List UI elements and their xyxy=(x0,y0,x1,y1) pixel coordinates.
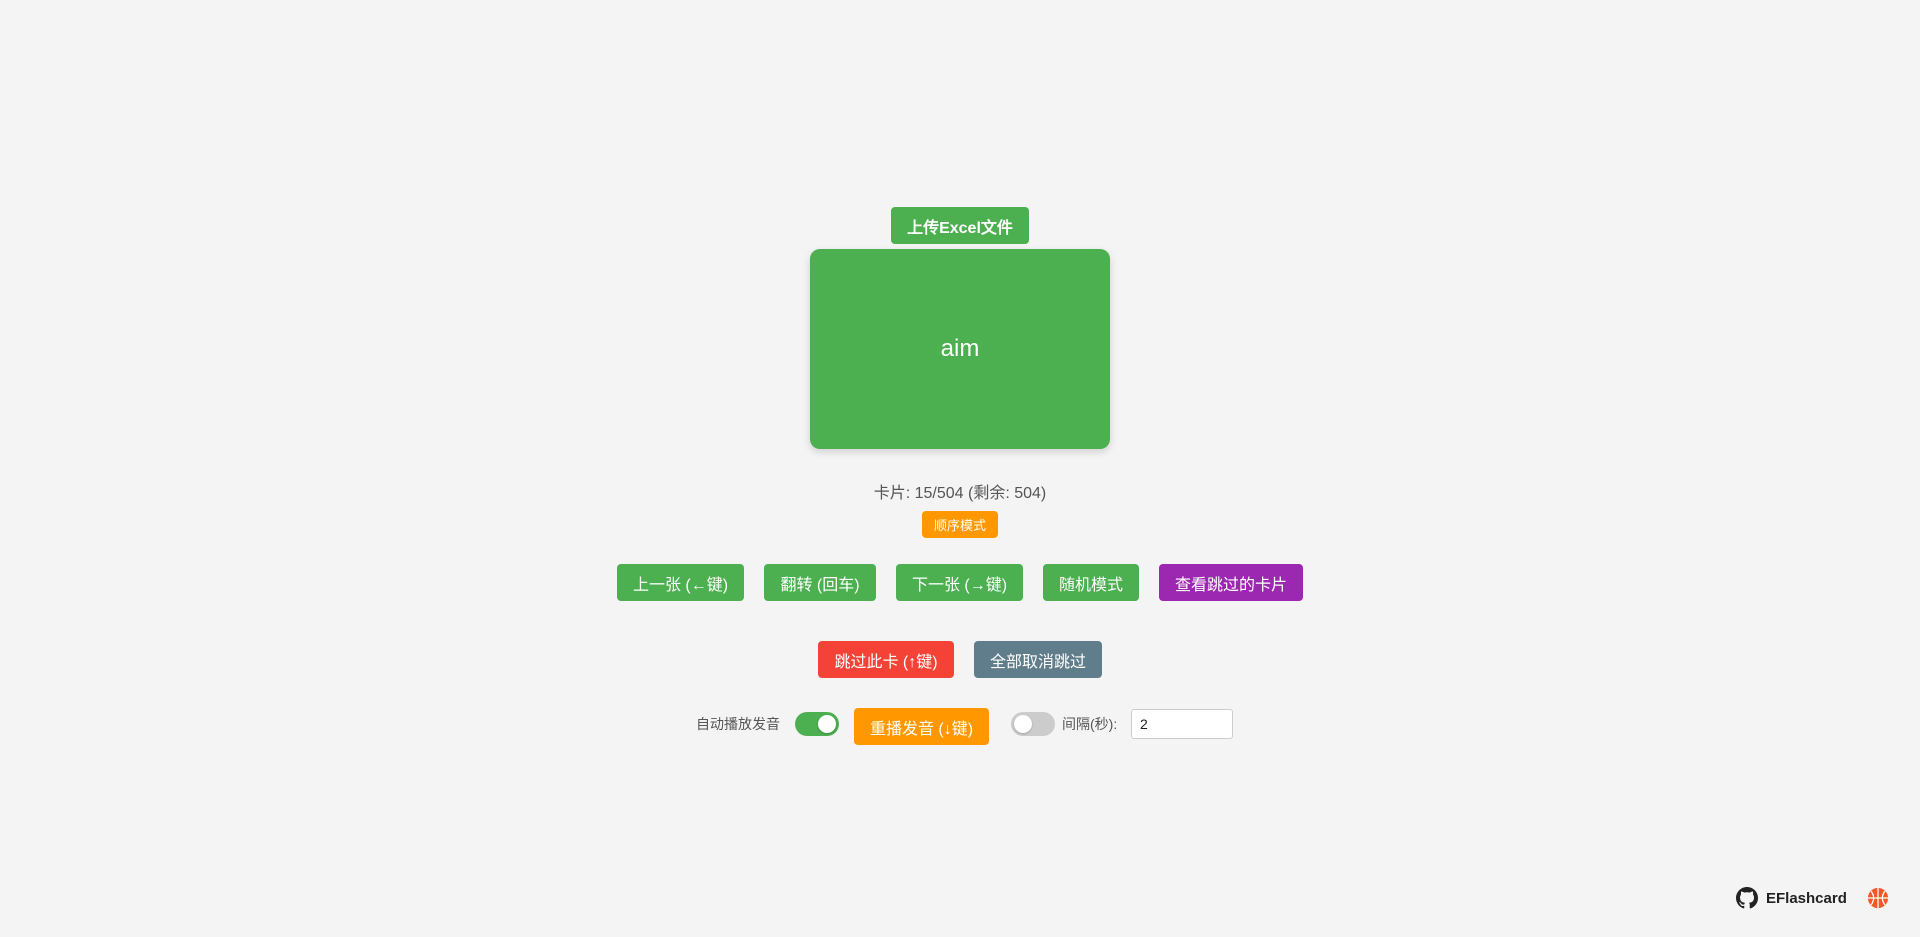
basketball-icon[interactable] xyxy=(1867,887,1889,909)
interval-label: 间隔(秒): xyxy=(1062,716,1118,732)
prev-card-button[interactable]: 上一张 (←键) xyxy=(617,564,744,601)
github-icon xyxy=(1736,887,1758,909)
interval-input[interactable] xyxy=(1131,709,1233,739)
flashcard-app: 上传Excel文件 aim 卡片: 15/504 (剩余: 504) 顺序模式 … xyxy=(0,0,1920,937)
flashcard-text: aim xyxy=(940,335,980,362)
flip-card-button[interactable]: 翻转 (回车) xyxy=(764,564,876,601)
unskip-all-button[interactable]: 全部取消跳过 xyxy=(974,641,1102,678)
card-counter: 卡片: 15/504 (剩余: 504) xyxy=(873,485,1047,502)
flashcard[interactable]: aim xyxy=(810,249,1110,449)
replay-audio-button[interactable]: 重播发音 (↓键) xyxy=(854,708,989,745)
upload-excel-button[interactable]: 上传Excel文件 xyxy=(891,207,1029,244)
next-card-button[interactable]: 下一张 (→键) xyxy=(896,564,1023,601)
auto-play-toggle[interactable] xyxy=(795,712,839,736)
auto-advance-toggle[interactable] xyxy=(1011,712,1055,736)
view-skipped-button[interactable]: 查看跳过的卡片 xyxy=(1159,564,1303,601)
mode-badge: 顺序模式 xyxy=(922,511,998,538)
random-mode-button[interactable]: 随机模式 xyxy=(1043,564,1139,601)
auto-play-label: 自动播放发音 xyxy=(696,716,780,732)
brand-name: EFlashcard xyxy=(1766,889,1847,907)
github-link[interactable]: EFlashcard xyxy=(1736,887,1847,909)
toggle-knob xyxy=(1014,715,1032,733)
skip-card-button[interactable]: 跳过此卡 (↑键) xyxy=(818,641,954,678)
toggle-knob xyxy=(818,715,836,733)
